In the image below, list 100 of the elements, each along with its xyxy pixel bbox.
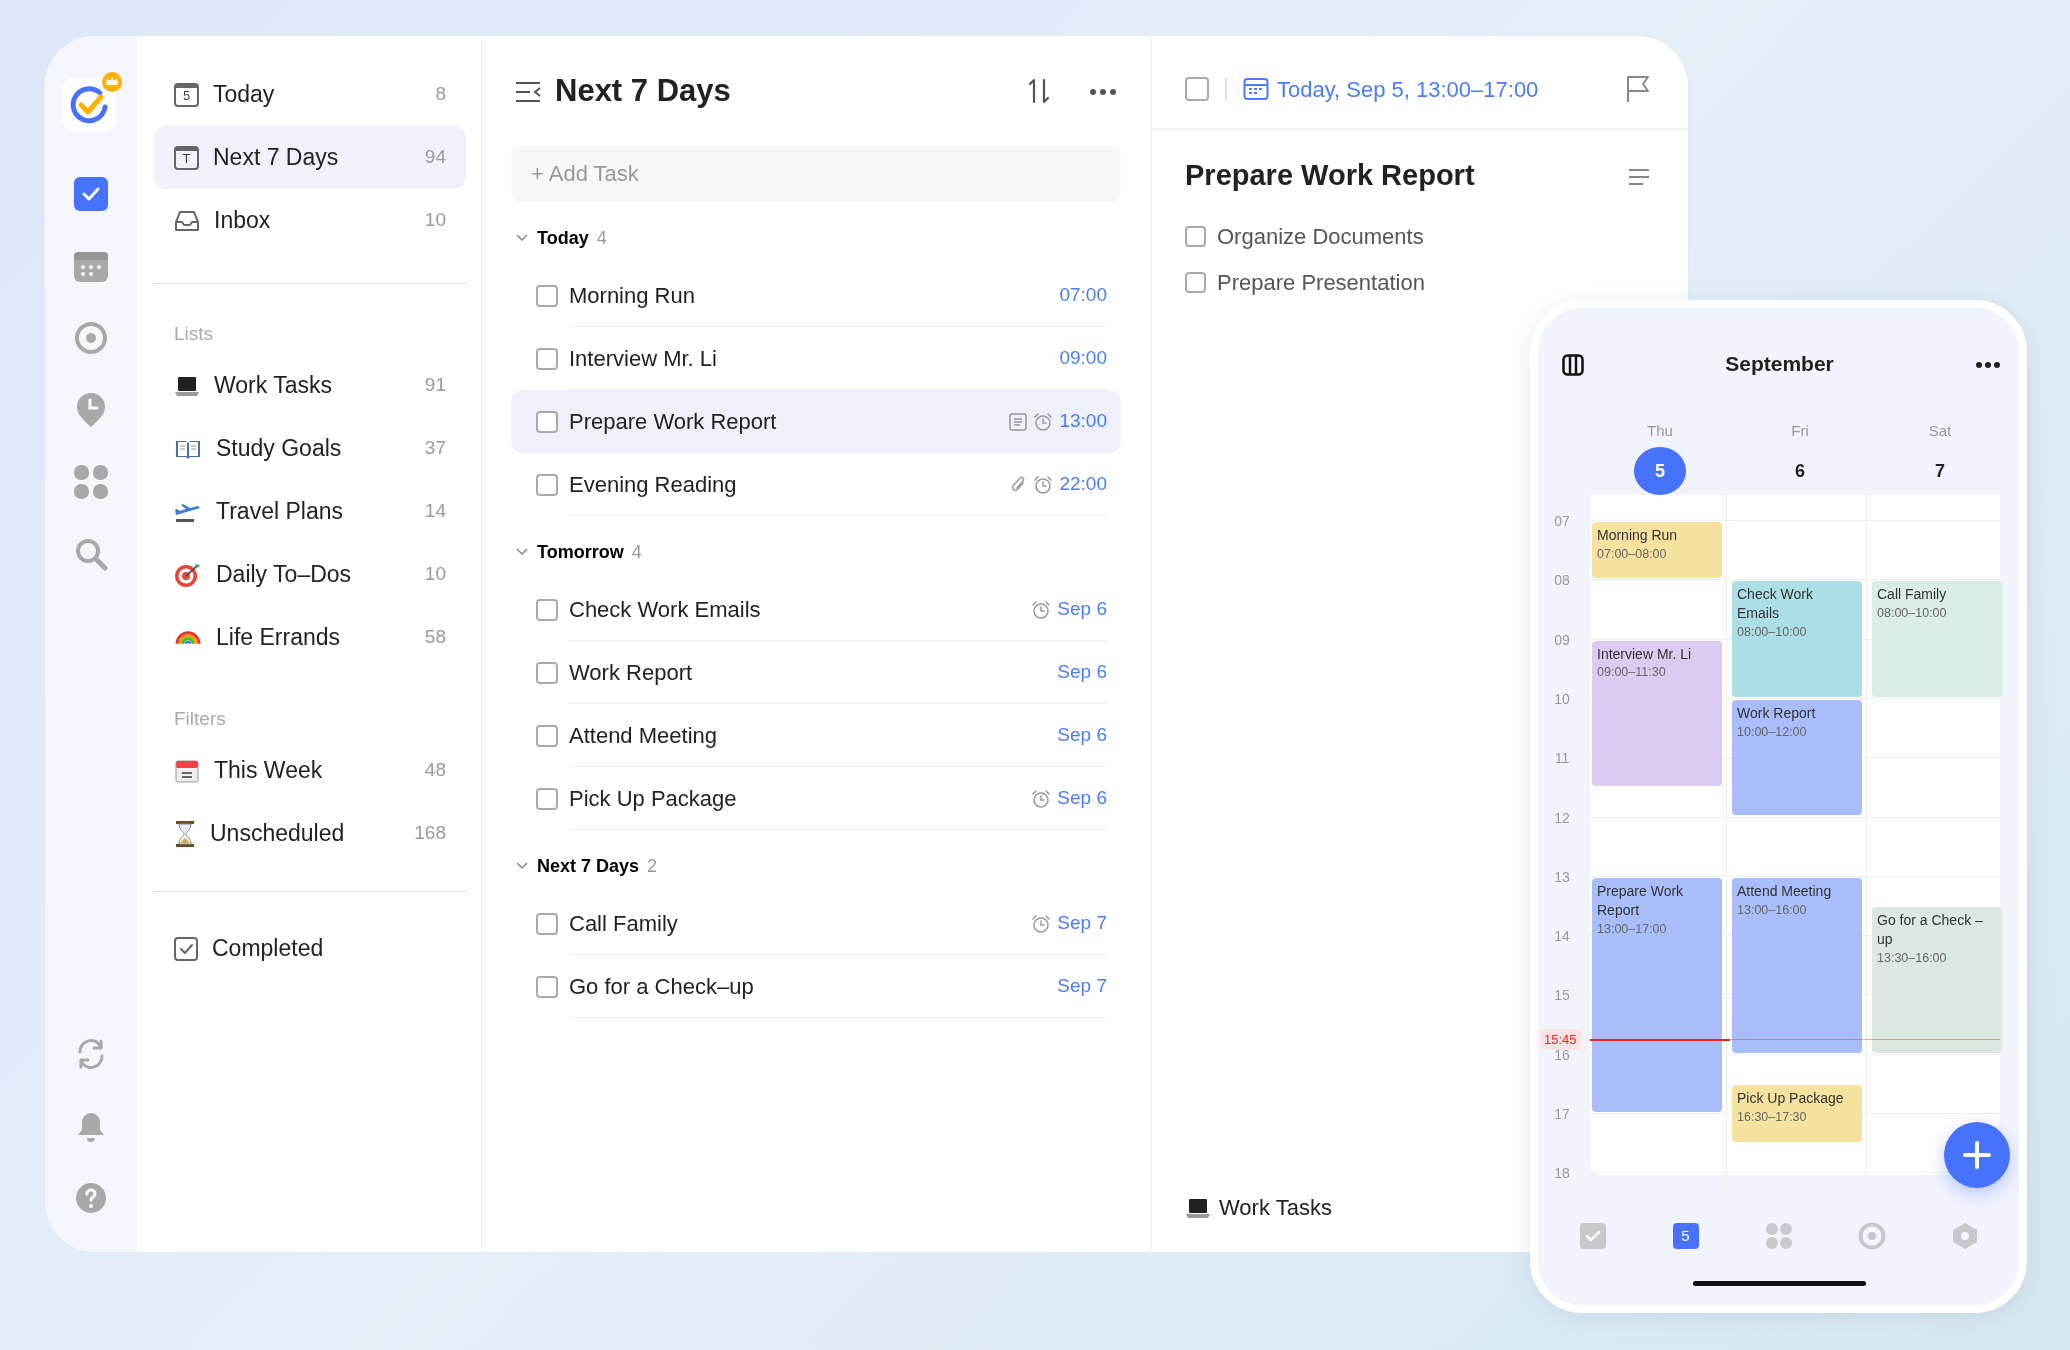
list-selector[interactable]: Work Tasks [1185, 1191, 1332, 1224]
sidebar-item[interactable]: This Week 48 [154, 739, 466, 802]
sidebar-item[interactable]: Life Errands 58 [154, 606, 466, 669]
weekday-label: Thu [1647, 421, 1673, 441]
task-row[interactable]: Pick Up Package Sep 6 [511, 767, 1121, 830]
date-button[interactable]: 6 [1774, 447, 1826, 495]
menu-icon [515, 80, 541, 103]
task-row[interactable]: Attend Meeting Sep 6 [511, 704, 1121, 767]
task-checkbox[interactable] [536, 284, 558, 307]
checkbox-icon [174, 936, 198, 961]
chevron-icon [515, 861, 529, 871]
task-row[interactable]: Prepare Work Report 13:00 [511, 390, 1121, 453]
due-date: 13:00 [1059, 409, 1107, 434]
group-header[interactable]: Next 7 Days 2 [511, 840, 662, 892]
hour-label: 14 [1553, 927, 1571, 947]
sidebar-item[interactable]: 5 Today 8 [154, 63, 466, 126]
due-date: 07:00 [1059, 283, 1107, 308]
calendar-event[interactable]: Pick Up Package 16:30–17:30 [1732, 1085, 1862, 1142]
subtask-checkbox[interactable] [1185, 272, 1206, 293]
task-row[interactable]: Work Report Sep 6 [511, 641, 1121, 704]
task-checkbox[interactable] [536, 661, 558, 684]
date-button[interactable]: 5 [1634, 447, 1686, 495]
due-date: Sep 6 [1057, 786, 1107, 811]
task-checkbox[interactable] [536, 410, 558, 433]
chevron-icon [515, 547, 529, 557]
flag-button[interactable] [1626, 75, 1650, 103]
subtask-checkbox[interactable] [1185, 226, 1206, 247]
calendar-event[interactable]: Go for a Check –up 13:30–16:00 [1872, 907, 2002, 1053]
sidebar-item[interactable]: Daily To–Dos 10 [154, 543, 466, 606]
calendar-event[interactable]: Work Report 10:00–12:00 [1732, 699, 1862, 816]
add-task-field[interactable]: + Add Task [511, 146, 1121, 202]
due-date-button[interactable]: Today, Sep 5, 13:00–17:00 [1243, 72, 1539, 106]
due-date: Sep 6 [1057, 660, 1107, 685]
task-checkbox[interactable] [1185, 77, 1209, 101]
task-checkbox[interactable] [536, 975, 558, 998]
alarm-clock-icon [1033, 474, 1054, 495]
hour-label: 17 [1553, 1105, 1571, 1124]
inbox-icon [174, 208, 200, 233]
calendar-event[interactable]: Attend Meeting 13:00–16:00 [1732, 877, 1862, 1053]
due-date: Sep 7 [1057, 974, 1107, 999]
group-header[interactable]: Tomorrow 4 [511, 526, 646, 578]
task-checkbox[interactable] [536, 787, 558, 810]
task-title: Go for a Check–up [569, 973, 754, 1001]
task-row[interactable]: Go for a Check–up Sep 7 [511, 955, 1121, 1018]
task-row[interactable]: Morning Run 07:00 [511, 264, 1121, 327]
calendar-event[interactable]: Interview Mr. Li 09:00–11:30 [1592, 640, 1722, 786]
calendar-icon: 5 [1672, 1223, 1699, 1249]
clock-pin-icon [75, 392, 107, 428]
task-title: Work Report [569, 659, 693, 687]
date-button[interactable]: 7 [1914, 447, 1966, 495]
target-icon [174, 561, 202, 588]
calendar-icon [1243, 77, 1269, 101]
calendar-event[interactable]: Call Family 08:00–10:00 [1872, 581, 2002, 697]
due-date: 22:00 [1059, 472, 1107, 497]
check-icon [1579, 1223, 1606, 1249]
task-row[interactable]: Check Work Emails Sep 6 [511, 578, 1121, 641]
note-icon [1009, 412, 1028, 431]
view-switch-button[interactable] [1562, 352, 1584, 376]
columns-icon [1562, 353, 1584, 376]
task-checkbox[interactable] [536, 598, 558, 621]
task-row[interactable]: Call Family Sep 7 [511, 892, 1121, 955]
alarm-clock-icon [1031, 599, 1052, 620]
grid-icon [1765, 1223, 1792, 1249]
task-title: Interview Mr. Li [569, 345, 717, 373]
tab-bar-button[interactable]: 5 [1665, 1216, 1706, 1256]
task-checkbox[interactable] [536, 724, 558, 747]
sidebar-item[interactable]: T Next 7 Days 94 [154, 126, 466, 189]
alarm-clock-icon [1031, 913, 1052, 934]
chevron-icon [515, 233, 529, 243]
check-icon [74, 177, 108, 211]
sidebar-item[interactable]: Inbox 10 [154, 189, 466, 252]
flag-icon [1626, 75, 1650, 103]
sidebar-item[interactable]: Work Tasks 91 [154, 354, 466, 417]
task-checkbox[interactable] [536, 473, 558, 496]
target-icon [1857, 1222, 1886, 1250]
collapse-sidebar-button[interactable] [515, 79, 541, 103]
sort-button[interactable] [1027, 78, 1051, 104]
add-button[interactable] [1944, 1122, 2010, 1188]
task-checkbox[interactable] [536, 347, 558, 370]
calendar-event[interactable]: Prepare Work Report 13:00–17:00 [1592, 877, 1722, 1112]
sidebar-item[interactable]: Travel Plans 14 [154, 480, 466, 543]
calendar-event[interactable]: Morning Run 07:00–08:00 [1592, 522, 1722, 579]
task-checkbox[interactable] [536, 912, 558, 935]
due-date: Sep 6 [1057, 597, 1107, 622]
section-heading: Filters [173, 706, 227, 731]
grid-icon [74, 465, 108, 499]
sidebar-item[interactable]: Completed [154, 917, 466, 980]
task-title: Prepare Work Report [1185, 158, 1475, 193]
calendar-event[interactable]: Check Work Emails 08:00–10:00 [1732, 581, 1862, 697]
hexagon-icon [1951, 1222, 1978, 1250]
sidebar-item[interactable]: Unscheduled 168 [154, 802, 466, 865]
hour-label: 08 [1553, 571, 1571, 591]
task-row[interactable]: Evening Reading 22:00 [511, 453, 1121, 516]
more-icon [1089, 87, 1117, 96]
weekday-label: Sat [1928, 421, 1952, 441]
group-header[interactable]: Today 4 [511, 212, 611, 264]
task-title: Morning Run [569, 282, 695, 310]
subtask-title: Organize Documents [1217, 223, 1424, 251]
task-title: Attend Meeting [569, 722, 717, 750]
sidebar-item[interactable]: Study Goals 37 [154, 417, 466, 480]
